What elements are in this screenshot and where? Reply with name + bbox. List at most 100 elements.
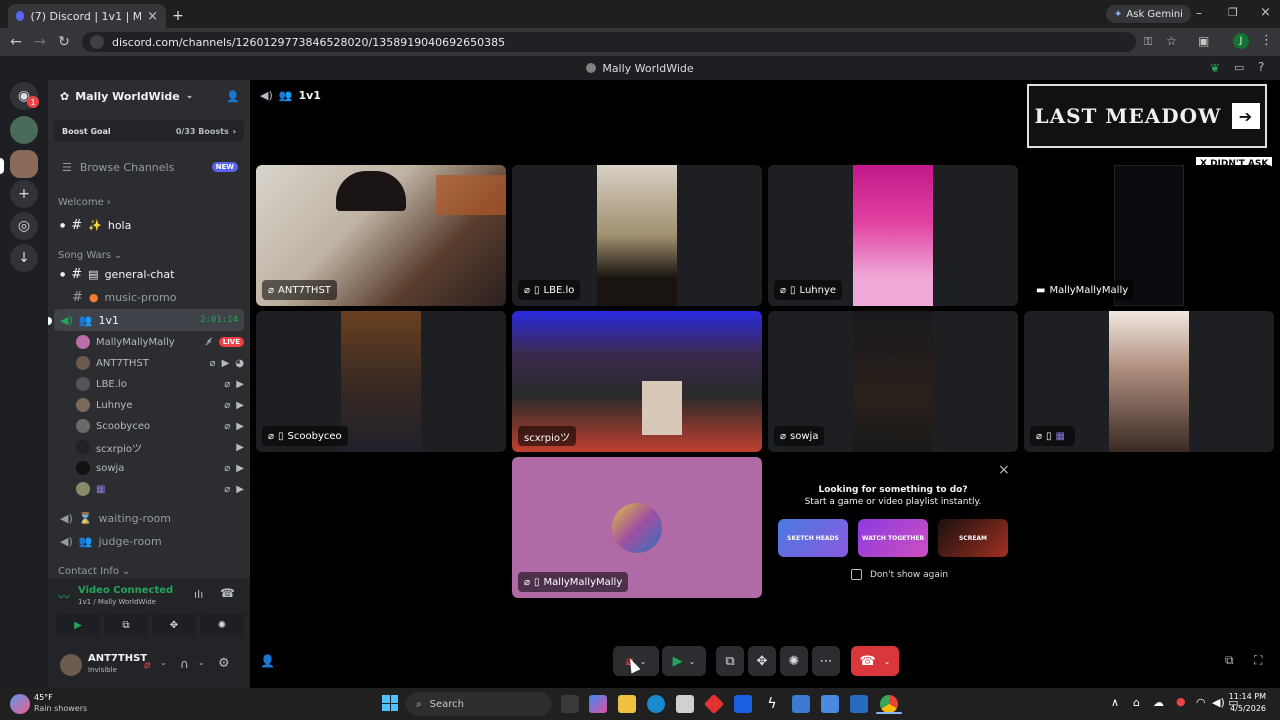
explore-icon[interactable]: ◎ (10, 212, 38, 240)
category-welcome[interactable]: Welcome › (48, 195, 250, 209)
category-contact-info[interactable]: Contact Info ⌄ (48, 564, 250, 578)
pop-out-icon[interactable]: ⧉ (1225, 653, 1234, 668)
browse-channels-button[interactable]: ☰ Browse Channels NEW (48, 156, 250, 178)
wifi-icon[interactable]: ◠ (1196, 696, 1206, 709)
reload-icon[interactable]: ↻ (52, 30, 76, 54)
weather-icon[interactable] (10, 694, 30, 714)
avatar[interactable] (60, 654, 82, 676)
video-tile-sowja[interactable]: ⌀ sowja (768, 311, 1018, 452)
channel-music-promo[interactable]: # ● music-promo (48, 286, 250, 308)
add-server-icon[interactable]: + (10, 180, 38, 208)
headphones-icon[interactable]: ∩ (180, 657, 189, 671)
video-tile-luhnye[interactable]: ⌀ ▯ Luhnye (768, 165, 1018, 306)
download-icon[interactable]: ↓ (10, 244, 38, 272)
category-song-wars[interactable]: Song Wars ⌄ (48, 248, 250, 262)
voice-member[interactable]: scxrpioツ ▶ (76, 437, 244, 457)
video-tile-unnamed[interactable]: ⌀ ▯ ▦ (1024, 311, 1274, 452)
voice-member[interactable]: sowja ⌀ ▶ (76, 458, 244, 478)
profile-avatar[interactable]: J (1233, 33, 1249, 49)
forward-arrow-icon[interactable]: → (28, 30, 52, 54)
channel-hola[interactable]: ● # ✨ hola (48, 214, 250, 236)
address-bar[interactable]: discord.com/channels/1260129773846528020… (82, 32, 1136, 52)
add-friend-icon[interactable]: 👤 (226, 90, 240, 103)
app-window-icon[interactable] (850, 695, 868, 713)
noise-suppression-icon[interactable]: ıIı (194, 588, 203, 601)
close-window-icon[interactable]: × (1260, 5, 1271, 20)
voice-member[interactable]: ▦ ⌀ ▶ (76, 479, 244, 499)
end-call-button[interactable]: ☎ ⌄ (851, 646, 899, 676)
tray-chevron-icon[interactable]: ∧ (1111, 696, 1119, 709)
restore-window-icon[interactable]: ❐ (1228, 6, 1238, 19)
leaf-icon[interactable]: ❦ (1210, 61, 1220, 75)
chevron-down-icon[interactable]: ⌄ (160, 658, 167, 667)
video-tile-mallymallymally[interactable]: ⌀ ▯ MallyMallyMally (512, 457, 762, 598)
voice-member[interactable]: LBE.lo ⌀ ▶ (76, 374, 244, 394)
voice-channel-waiting-room[interactable]: ◀) ⌛ waiting-room (48, 507, 250, 529)
close-tab-icon[interactable]: × (147, 9, 158, 24)
camera-toggle-button[interactable]: ▶ ⌄ (662, 646, 706, 676)
video-tile-scxrpio[interactable]: scxrpioツ (512, 311, 762, 452)
inbox-icon[interactable]: ▭ (1234, 61, 1244, 74)
video-tile-ant7thst[interactable]: ⌀ ANT7THST (256, 165, 506, 306)
voice-member[interactable]: ANT7THST ⌀ ▶ ◕ (76, 353, 244, 373)
server-icon-1[interactable] (10, 116, 38, 144)
server-header[interactable]: ✿ Mally WorldWide ⌄ 👤 (48, 84, 250, 108)
disconnect-icon[interactable]: ☎ (220, 586, 235, 600)
fullscreen-icon[interactable]: ⛶ (1254, 653, 1262, 668)
video-tile-scoobyceo[interactable]: ⌀ ▯ Scoobyceo (256, 311, 506, 452)
voice-channel-1v1[interactable]: ◀) 👥 1v1 2:01:14 (54, 309, 244, 331)
file-explorer-icon[interactable] (618, 695, 636, 713)
activity-scream[interactable]: SCREAM (938, 519, 1008, 557)
voice-member[interactable]: MallyMallyMally ⚡̸ LIVE (76, 332, 244, 352)
edge-icon[interactable] (647, 695, 665, 713)
microphone-icon[interactable]: ● (1176, 695, 1186, 708)
password-key-icon[interactable]: ⚿ (1144, 35, 1152, 49)
invite-people-icon[interactable]: 👤 (260, 654, 275, 668)
onedrive-icon[interactable]: ☁ (1153, 696, 1164, 709)
voice-member[interactable]: Scoobyceo ⌀ ▶ (76, 416, 244, 436)
screen-share-button[interactable]: ⧉ (104, 614, 148, 636)
screen-share-button[interactable]: ⧉ (716, 646, 744, 676)
browser-menu-icon[interactable]: ⋮ (1260, 33, 1273, 48)
app-window-icon[interactable] (792, 695, 810, 713)
more-options-button[interactable]: ⋯ (812, 646, 840, 676)
channel-general-chat[interactable]: ● # ▤ general-chat (48, 263, 250, 285)
server-icon-mally[interactable] (10, 150, 38, 178)
minimize-window-icon[interactable]: – (1196, 6, 1202, 20)
ask-gemini-button[interactable]: ✦ Ask Gemini (1106, 5, 1191, 23)
activities-button[interactable]: ✥ (748, 646, 776, 676)
bolt-app-icon[interactable]: ϟ (763, 695, 781, 713)
volume-icon[interactable]: ◀) (1212, 696, 1225, 709)
taskbar-search[interactable]: ⌕ Search (406, 692, 552, 716)
dont-show-again-row[interactable]: Don't show again (851, 569, 948, 580)
new-tab-button[interactable]: + (168, 4, 188, 28)
site-info-icon[interactable] (90, 35, 104, 49)
tray-app-icon[interactable]: ⌂ (1133, 696, 1140, 709)
boost-goal-bar[interactable]: Boost Goal 0/33 Boosts › (54, 120, 244, 142)
back-arrow-icon[interactable]: ← (4, 30, 28, 54)
mic-muted-icon[interactable]: ⌀ (144, 658, 151, 671)
dropbox-icon[interactable] (734, 695, 752, 713)
video-tile-mallymallymally-stream[interactable]: ▬ MallyMallyMally (1024, 165, 1274, 306)
activities-button[interactable]: ✥ (152, 614, 196, 636)
activity-sketch-heads[interactable]: SKETCH HEADS (778, 519, 848, 557)
bookmark-star-icon[interactable]: ☆ (1166, 34, 1177, 48)
chrome-icon[interactable] (880, 695, 898, 713)
store-icon[interactable] (676, 695, 694, 713)
side-panel-icon[interactable]: ▣ (1198, 34, 1209, 48)
app-window-icon[interactable] (821, 695, 839, 713)
browser-tab-discord[interactable]: (7) Discord | 1v1 | Mally × (8, 4, 166, 28)
help-icon[interactable]: ? (1258, 60, 1264, 74)
copilot-icon[interactable] (589, 695, 607, 713)
activity-watch-together[interactable]: WATCH TOGETHER (858, 519, 928, 557)
soundboard-button[interactable]: ✺ (200, 614, 244, 636)
task-view-icon[interactable] (561, 695, 579, 713)
chevron-down-icon[interactable]: ⌄ (198, 658, 205, 667)
checkbox[interactable] (851, 569, 862, 580)
settings-gear-icon[interactable]: ⚙ (218, 656, 230, 671)
voice-member[interactable]: Luhnye ⌀ ▶ (76, 395, 244, 415)
camera-toggle-button[interactable]: ▶ (56, 614, 100, 636)
soundboard-button[interactable]: ✺ (780, 646, 808, 676)
windows-start-icon[interactable] (382, 695, 398, 711)
video-tile-lbe-lo[interactable]: ⌀ ▯ LBE.lo (512, 165, 762, 306)
